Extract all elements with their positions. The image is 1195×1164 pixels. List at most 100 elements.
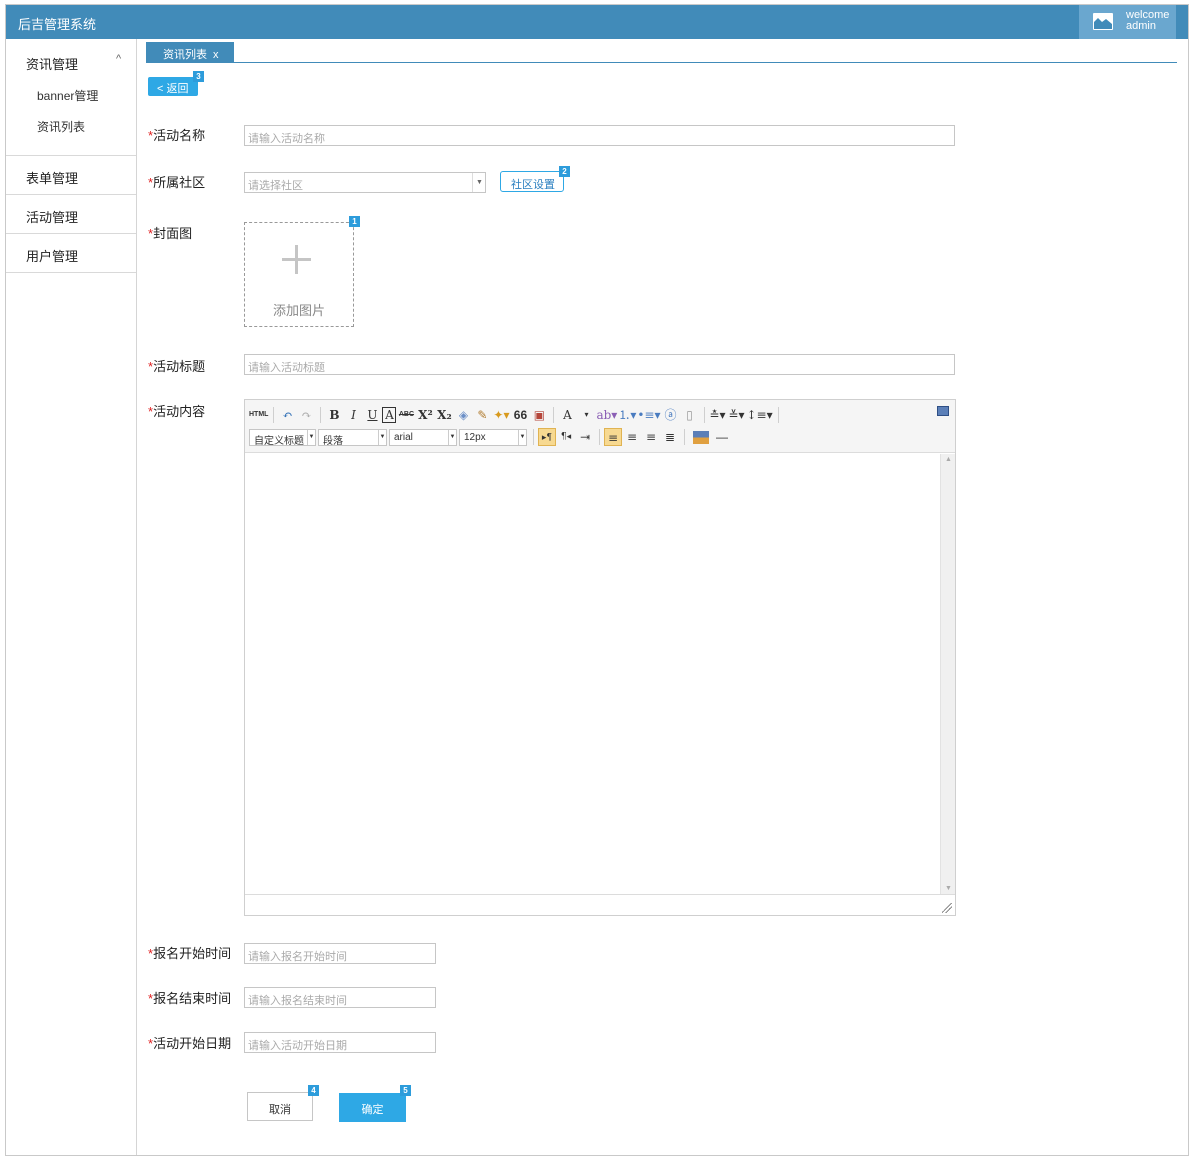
signup-end-label: *报名结束时间 — [148, 988, 231, 1007]
sidebar-item-news-management[interactable]: 资讯管理 ^ — [6, 39, 136, 78]
toolbar-separator — [273, 407, 275, 423]
cancel-button[interactable]: 取消 — [247, 1092, 313, 1121]
rtl-direction-icon[interactable]: ¶◂ — [557, 428, 575, 446]
label-text: 封面图 — [153, 226, 193, 241]
resize-grip-icon[interactable] — [942, 903, 952, 913]
toolbar-separator — [703, 407, 705, 423]
sidebar-group-news: 资讯管理 ^ banner管理 资讯列表 — [6, 39, 136, 156]
page-icon[interactable]: ▯ — [681, 406, 699, 424]
label-text: 活动开始日期 — [153, 1036, 232, 1051]
label-text: 活动内容 — [153, 404, 206, 419]
upload-label: 添加图片 — [272, 303, 325, 318]
font-size-select[interactable]: 12px ▼ — [459, 428, 527, 446]
dropdown-arrow-icon: ▼ — [472, 173, 485, 192]
label-text: 所属社区 — [153, 175, 206, 190]
close-icon[interactable]: x — [213, 49, 219, 61]
select-value: arial — [394, 431, 413, 443]
dropdown-arrow-icon: ▼ — [378, 429, 386, 445]
auto-format-icon[interactable]: ✦▾ — [492, 406, 510, 424]
sidebar-item-banner[interactable]: banner管理 — [6, 78, 136, 109]
subscript-button[interactable]: X₂ — [435, 406, 453, 424]
align-center-icon[interactable]: ≡ — [623, 428, 641, 446]
user-greeting: welcome admin — [1126, 10, 1169, 32]
sidebar: 资讯管理 ^ banner管理 资讯列表 表单管理 活动管理 用户管理 — [6, 39, 137, 1155]
scroll-up-icon[interactable]: ▲ — [945, 456, 952, 463]
font-family-select[interactable]: arial ▼ — [389, 428, 457, 446]
toolbar-separator — [684, 429, 685, 445]
community-select[interactable]: 请选择社区 ▼ — [244, 172, 486, 193]
indent-icon[interactable]: ⇥ — [576, 428, 594, 446]
toolbar-separator — [777, 407, 779, 423]
font-color-dropdown-icon[interactable]: ▾ — [577, 406, 595, 424]
align-left-icon[interactable]: ≡ — [604, 428, 622, 446]
row-spacing-bottom-icon[interactable]: ≚▾ — [728, 406, 746, 424]
signup-end-input[interactable]: 请输入报名结束时间 — [244, 987, 436, 1008]
line-height-icon[interactable]: ↕≡▾ — [747, 406, 773, 424]
html-source-button[interactable]: HTML — [249, 406, 268, 424]
superscript-button[interactable]: X² — [416, 406, 434, 424]
custom-title-select[interactable]: 自定义标题 ▼ — [249, 428, 316, 447]
label-text: 报名开始时间 — [153, 946, 232, 961]
app-title: 后吉管理系统 — [18, 17, 97, 32]
paste-text-icon[interactable]: ▣ — [530, 406, 548, 424]
redo-icon[interactable]: ↷ — [297, 406, 315, 424]
sidebar-item-label: 资讯管理 — [26, 57, 79, 72]
toolbar-separator — [320, 407, 322, 423]
community-settings-button[interactable]: 社区设置 — [500, 171, 564, 192]
activity-name-input[interactable]: 请输入活动名称 — [244, 125, 955, 146]
toolbar-separator — [533, 429, 534, 445]
user-menu[interactable]: welcome admin — [1079, 5, 1176, 39]
step-badge: 1 — [349, 216, 360, 227]
step-badge: 3 — [193, 71, 204, 82]
activity-name-label: *活动名称 — [148, 125, 205, 144]
background-color-icon[interactable]: ab▾ — [596, 406, 617, 424]
editor-scrollbar[interactable]: ▲ ▼ — [940, 454, 955, 894]
community-label: *所属社区 — [148, 172, 205, 191]
sidebar-item-users[interactable]: 用户管理 — [6, 234, 136, 273]
blockquote-button[interactable]: 66 — [511, 406, 529, 424]
back-button[interactable]: < 返回 — [148, 77, 198, 96]
toolbar-row: 自定义标题 ▼ 段落 ▼ arial ▼ 12px ▼ ▸¶ ¶◂ ⇥ ≡ ≡ ≡ ≣ … — [249, 427, 732, 447]
strikethrough-button[interactable]: ABC — [397, 406, 415, 424]
rich-text-editor: HTML ↶ ↷ B I U A ABC X² X₂ ◈ ✎ ✦▾ 66 ▣ A… — [244, 399, 956, 916]
sidebar-item-activities[interactable]: 活动管理 — [6, 195, 136, 234]
cover-upload[interactable]: 添加图片 — [244, 222, 354, 327]
tab-label: 资讯列表 — [163, 49, 207, 61]
chevron-up-icon: ^ — [116, 53, 122, 65]
align-right-icon[interactable]: ≡ — [642, 428, 660, 446]
plus-icon — [282, 245, 312, 275]
activity-start-input[interactable]: 请输入活动开始日期 — [244, 1032, 436, 1053]
font-border-button[interactable]: A — [382, 407, 397, 423]
dropdown-arrow-icon: ▼ — [307, 429, 315, 445]
tab-news-list[interactable]: 资讯列表 x — [146, 42, 234, 63]
signup-start-input[interactable]: 请输入报名开始时间 — [244, 943, 436, 964]
select-value: 12px — [464, 431, 486, 443]
format-painter-icon[interactable]: ✎ — [473, 406, 491, 424]
fullscreen-icon[interactable] — [937, 406, 949, 416]
paragraph-select[interactable]: 段落 ▼ — [318, 428, 387, 447]
scroll-down-icon[interactable]: ▼ — [945, 885, 952, 892]
bold-button[interactable]: B — [325, 406, 343, 424]
sidebar-item-forms[interactable]: 表单管理 — [6, 156, 136, 195]
eraser-icon[interactable]: ◈ — [454, 406, 472, 424]
ordered-list-icon[interactable]: ⒈▾ — [618, 406, 636, 424]
underline-button[interactable]: U — [363, 406, 381, 424]
signup-start-label: *报名开始时间 — [148, 943, 231, 962]
sidebar-item-news-list[interactable]: 资讯列表 — [6, 109, 136, 140]
unordered-list-icon[interactable]: •≡▾ — [637, 406, 660, 424]
ltr-direction-icon[interactable]: ▸¶ — [538, 428, 556, 446]
step-badge: 4 — [308, 1085, 319, 1096]
italic-button[interactable]: I — [344, 406, 362, 424]
undo-icon[interactable]: ↶ — [278, 406, 296, 424]
toolbar-separator — [553, 407, 555, 423]
insert-image-icon[interactable] — [693, 430, 709, 444]
font-color-button[interactable]: A — [558, 406, 576, 424]
activity-title-label: *活动标题 — [148, 356, 205, 375]
activity-title-input[interactable]: 请输入活动标题 — [244, 354, 955, 375]
horizontal-rule-icon[interactable]: — — [713, 428, 731, 446]
confirm-button[interactable]: 确定 — [339, 1093, 406, 1122]
row-spacing-top-icon[interactable]: ≛▾ — [709, 406, 727, 424]
align-justify-icon[interactable]: ≣ — [661, 428, 679, 446]
label-text: 报名结束时间 — [153, 991, 232, 1006]
link-icon[interactable]: ⓐ — [662, 406, 680, 424]
